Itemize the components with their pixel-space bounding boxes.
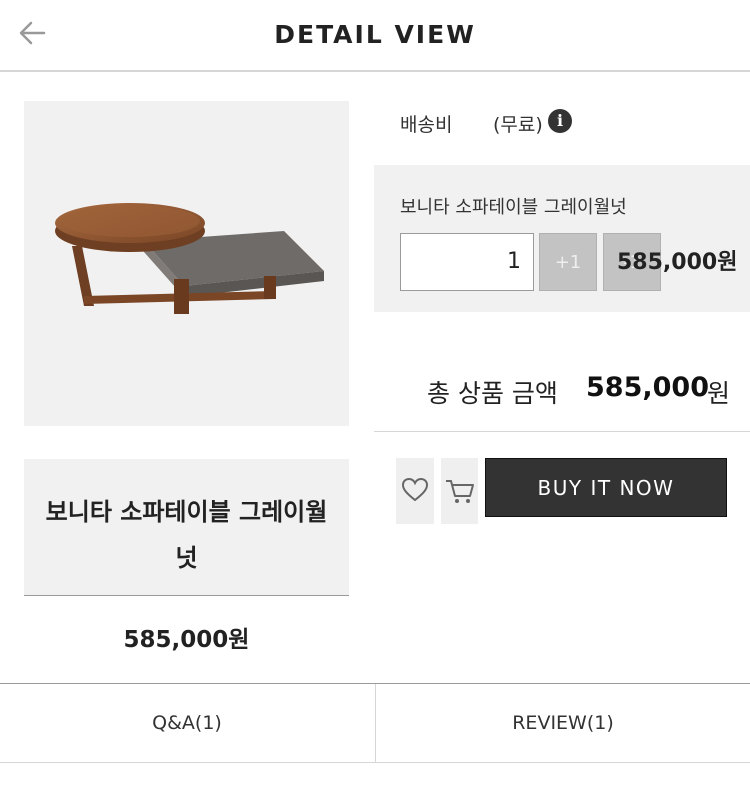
product-price: 585,000원 <box>123 627 250 653</box>
product-name-line2: 넛 <box>175 544 198 572</box>
option-price: 585,000원 <box>617 250 738 275</box>
cart-button[interactable] <box>441 458 478 524</box>
option-name: 보니타 소파테이블 그레이월넛 <box>400 197 627 218</box>
total-label: 총 상품 금액 <box>427 379 558 408</box>
quantity-input[interactable]: 1 <box>400 233 534 291</box>
buy-it-now-button[interactable]: BUY IT NOW <box>485 458 727 517</box>
coffee-table-illustration <box>55 203 324 314</box>
divider <box>374 431 750 432</box>
heart-icon <box>401 477 429 502</box>
info-icon[interactable]: i <box>548 109 572 133</box>
page-title: DETAIL VIEW <box>274 20 476 49</box>
shipping-label: 배송비 <box>400 114 453 136</box>
tab-qa[interactable]: Q&A(1) <box>0 684 374 762</box>
tab-review[interactable]: REVIEW(1) <box>375 684 750 762</box>
product-name-line1: 보니타 소파테이블 그레이월 <box>45 498 328 526</box>
shipping-value: (무료) <box>493 114 543 136</box>
plus-one-button[interactable]: +1 <box>539 233 597 291</box>
product-name-box: 보니타 소파테이블 그레이월넛 <box>24 459 349 596</box>
product-image <box>24 101 349 426</box>
wishlist-button[interactable] <box>396 458 434 524</box>
cart-icon <box>446 480 474 503</box>
product-name: 보니타 소파테이블 그레이월넛 <box>24 489 349 581</box>
total-value: 585,000 <box>586 372 709 403</box>
total-unit: 원 <box>707 379 731 408</box>
